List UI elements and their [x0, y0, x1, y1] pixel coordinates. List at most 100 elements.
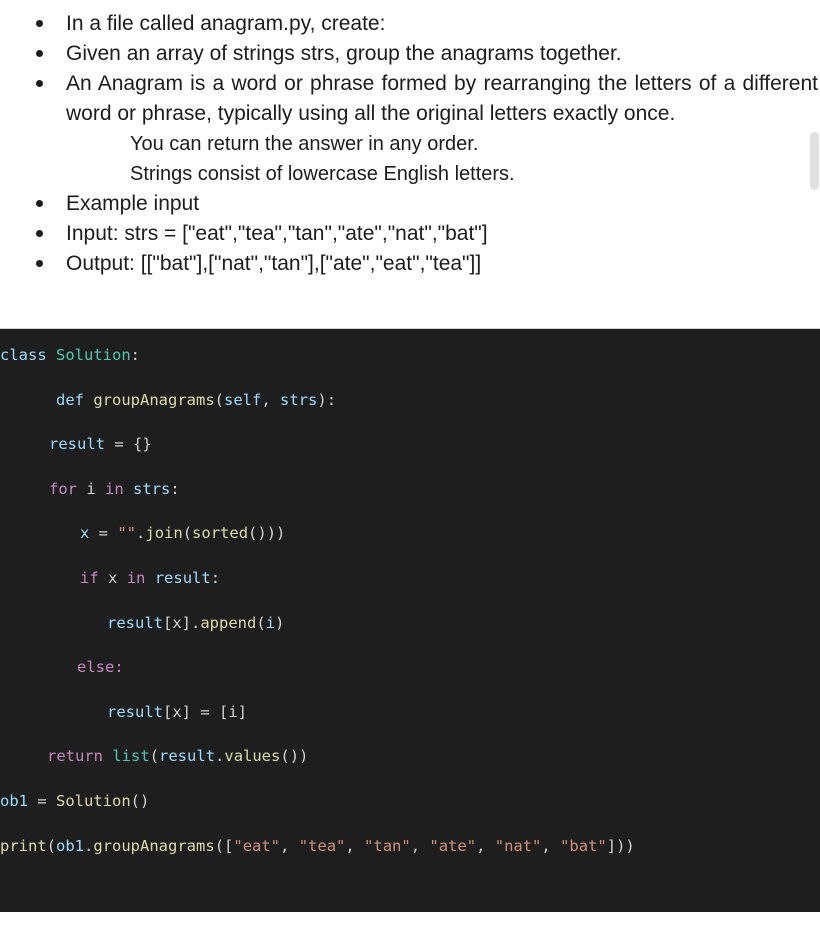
token-keyword-class: class	[0, 346, 47, 364]
bullet-dot-icon	[36, 189, 50, 219]
token-class-name: Solution	[56, 346, 131, 364]
token-class-call-solution: Solution	[56, 791, 131, 810]
bullet-dot-icon	[36, 219, 50, 249]
token-dot: .	[191, 613, 201, 632]
token-keyword-return: return	[47, 747, 103, 766]
bullet-dot-icon	[36, 9, 50, 39]
nested-bullet-list: You can return the answer in any order. …	[0, 129, 820, 189]
token-open-paren: (	[130, 791, 140, 810]
list-item: In a file called anagram.py, create:	[0, 0, 820, 39]
token-variable-i: i	[86, 479, 96, 498]
token-string-ate: "ate"	[429, 836, 477, 855]
token-colon: :	[210, 568, 221, 587]
bullet-dot-icon	[36, 249, 50, 279]
list-item: Example input	[0, 189, 820, 219]
token-function-append: append	[200, 613, 257, 632]
list-item-text: Output: [["bat"],["nat","tan"],["ate","e…	[66, 252, 482, 275]
token-keyword-def: def	[56, 390, 84, 409]
list-item: Output: [["bat"],["nat","tan"],["ate","e…	[0, 249, 820, 279]
token-function-values: values	[224, 747, 281, 766]
token-list-i: [i]	[219, 702, 247, 721]
token-index-x: [x]	[163, 702, 191, 721]
token-function-join: join	[145, 524, 183, 543]
token-open-paren: (	[280, 747, 290, 766]
token-close-bracket-parens: ])	[606, 836, 626, 855]
token-comma: ,	[541, 836, 561, 855]
token-function-print: print	[0, 836, 47, 855]
token-string-nat: "nat"	[494, 836, 542, 855]
list-item-text: Input: strs = ["eat","tea","tan","ate","…	[66, 222, 488, 245]
code-line: result[x] = [i]	[0, 690, 820, 735]
token-comma: ,	[410, 836, 430, 855]
token-variable-i: i	[265, 613, 276, 632]
token-close-paren: )	[275, 613, 285, 632]
token-equals: =	[191, 702, 219, 721]
list-item: Input: strs = ["eat","tea","tan","ate","…	[0, 219, 820, 249]
token-close-paren: )	[140, 791, 150, 810]
token-variable-x: x	[108, 568, 118, 587]
token-open-paren: (	[256, 613, 266, 632]
code-line: ob1 = Solution()	[0, 779, 820, 824]
list-item: Strings consist of lowercase English let…	[0, 159, 820, 189]
code-line: x = "".join(sorted()))	[0, 511, 820, 556]
token-colon: :	[130, 346, 141, 364]
token-variable-result: result	[154, 568, 211, 587]
token-close-paren: )	[625, 836, 635, 855]
token-function-sorted: sorted	[192, 524, 249, 543]
bullet-dot-icon	[36, 69, 50, 99]
token-variable-result: result	[159, 747, 216, 766]
token-variable-x: x	[80, 524, 90, 543]
token-string-tea: "tea"	[298, 836, 346, 855]
list-item-text: Given an array of strings strs, group th…	[66, 42, 622, 65]
token-equals: =	[28, 791, 56, 810]
token-string-empty: ""	[117, 524, 137, 543]
instruction-bullet-list: In a file called anagram.py, create: Giv…	[0, 0, 820, 279]
list-item-text: In a file called anagram.py, create:	[66, 12, 386, 35]
token-close-paren: )	[276, 524, 286, 543]
token-colon: :	[326, 390, 337, 409]
token-function-groupanagrams: groupAnagrams	[93, 390, 215, 409]
token-comma: ,	[345, 836, 365, 855]
code-line: else:	[0, 645, 820, 690]
token-colon: :	[170, 479, 180, 498]
list-item: Given an array of strings strs, group th…	[0, 39, 820, 69]
list-item: You can return the answer in any order.	[0, 129, 820, 159]
list-item-text: Example input	[66, 192, 200, 215]
token-dot: .	[136, 524, 146, 543]
token-close-paren: )	[317, 390, 327, 409]
code-line: print(ob1.groupAnagrams(["eat", "tea", "…	[0, 824, 820, 869]
code-block[interactable]: class Solution: def groupAnagrams(self, …	[0, 328, 820, 912]
token-close-parens: ))	[289, 747, 309, 766]
token-comma: ,	[280, 836, 299, 855]
code-line: class Solution:	[0, 333, 820, 378]
token-open-paren: (	[182, 524, 193, 543]
token-param-self: self	[224, 390, 262, 409]
token-keyword-for: for	[49, 479, 77, 498]
scrollbar-thumb[interactable]	[810, 132, 819, 190]
token-comma: ,	[476, 836, 495, 855]
token-variable-result: result	[107, 702, 163, 721]
list-item-text: Strings consist of lowercase English let…	[130, 163, 515, 185]
code-line: if x in result:	[0, 556, 820, 601]
bullet-dot-icon	[36, 39, 50, 69]
token-close-parens: ))	[257, 524, 277, 543]
list-item: An Anagram is a word or phrase formed by…	[0, 69, 820, 129]
token-open-paren-bracket: ([	[214, 836, 234, 855]
list-item-text: An Anagram is a word or phrase formed by…	[66, 72, 818, 125]
token-open-paren: (	[248, 524, 258, 543]
token-variable-ob1: ob1	[56, 836, 85, 855]
token-function-list: list	[112, 747, 150, 766]
code-line: result = {}	[0, 422, 820, 467]
list-item-text: You can return the answer in any order.	[130, 133, 479, 155]
token-keyword-else: else:	[77, 658, 124, 677]
code-line: def groupAnagrams(self, strs):	[0, 378, 820, 423]
token-keyword-in: in	[126, 568, 146, 587]
